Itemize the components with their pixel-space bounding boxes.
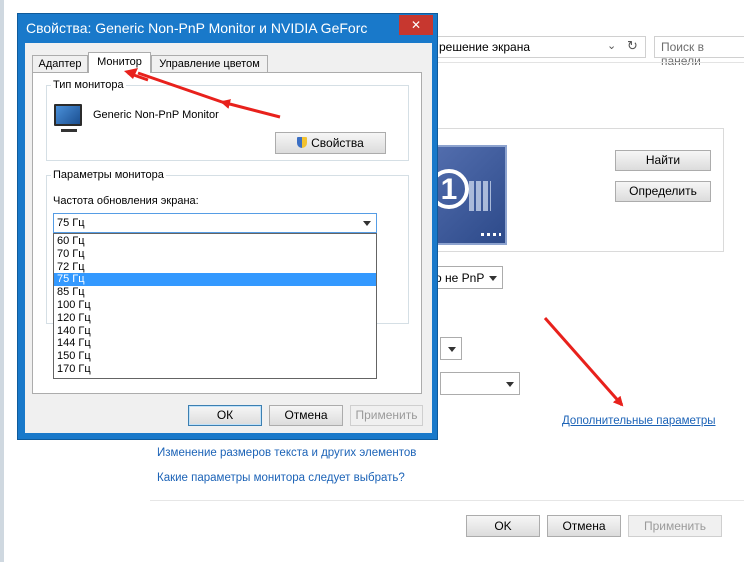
text-size-link[interactable]: Изменение размеров текста и других элеме… xyxy=(157,447,416,459)
refresh-rate-value: 75 Гц xyxy=(57,217,85,229)
tab-monitor[interactable]: Монитор xyxy=(88,52,151,73)
dialog-cancel-button[interactable]: Отмена xyxy=(269,405,343,426)
dialog-title: Свойства: Generic Non-PnP Monitor и NVID… xyxy=(26,20,368,36)
monitor-tile-grid-icon xyxy=(469,181,491,211)
dialog-apply-button: Применить xyxy=(350,405,423,426)
refresh-rate-option[interactable]: 150 Гц xyxy=(54,350,376,363)
advanced-settings-link[interactable]: Дополнительные параметры xyxy=(562,415,716,427)
refresh-rate-option[interactable]: 120 Гц xyxy=(54,312,376,325)
refresh-rate-option[interactable]: 170 Гц xyxy=(54,363,376,376)
monitor-select[interactable]: о не PnP xyxy=(430,266,503,289)
main-apply-button: Применить xyxy=(628,515,722,537)
search-placeholder: Поиск в панели xyxy=(661,40,704,68)
monitor-select-value: о не PnP xyxy=(435,271,485,285)
tab-color-management[interactable]: Управление цветом xyxy=(151,55,268,73)
orientation-select[interactable] xyxy=(440,372,520,395)
chevron-down-icon xyxy=(448,346,456,352)
monitor-type-label: Тип монитора xyxy=(51,79,126,91)
address-text: решение экрана xyxy=(439,40,531,54)
properties-button[interactable]: Свойства xyxy=(275,132,386,154)
left-window-edge xyxy=(0,0,4,562)
header-divider xyxy=(434,62,744,63)
chevron-down-icon xyxy=(363,221,371,226)
dialog-ok-button[interactable]: ОК xyxy=(188,405,262,426)
refresh-rate-option[interactable]: 144 Гц xyxy=(54,337,376,350)
chevron-down-icon xyxy=(489,275,497,281)
address-dropdown-icon[interactable]: ⌄ xyxy=(607,39,616,52)
properties-button-label: Свойства xyxy=(311,136,364,150)
refresh-rate-option[interactable]: 60 Гц xyxy=(54,235,376,248)
footer-divider xyxy=(150,500,744,501)
refresh-rate-label: Частота обновления экрана: xyxy=(53,195,199,207)
refresh-icon[interactable]: ↻ xyxy=(627,38,638,54)
monitor-name: Generic Non-PnP Monitor xyxy=(93,109,219,121)
close-button[interactable]: ✕ xyxy=(399,15,433,35)
resolution-select[interactable] xyxy=(440,337,462,360)
which-settings-link[interactable]: Какие параметры монитора следует выбрать… xyxy=(157,472,405,484)
refresh-rate-option-selected[interactable]: 75 Гц xyxy=(54,273,376,287)
tab-page: Тип монитора Generic Non-PnP Monitor Сво… xyxy=(32,72,422,394)
properties-dialog: Свойства: Generic Non-PnP Monitor и NVID… xyxy=(17,13,438,440)
tab-adapter[interactable]: Адаптер xyxy=(32,55,88,73)
refresh-rate-listbox[interactable]: 60 Гц 70 Гц 72 Гц 75 Гц 85 Гц 100 Гц 120… xyxy=(53,233,377,379)
shield-icon xyxy=(297,137,308,148)
search-box[interactable]: Поиск в панели xyxy=(654,36,744,68)
chevron-down-icon xyxy=(506,381,514,387)
monitor-settings-label: Параметры монитора xyxy=(51,169,166,181)
refresh-rate-option[interactable]: 100 Гц xyxy=(54,299,376,312)
refresh-rate-option[interactable]: 140 Гц xyxy=(54,325,376,338)
refresh-rate-select[interactable]: 75 Гц xyxy=(53,213,377,233)
identify-button[interactable]: Определить xyxy=(615,181,711,202)
refresh-rate-option[interactable]: 72 Гц xyxy=(54,261,376,274)
monitor-icon xyxy=(54,104,82,126)
monitor-icon-stand xyxy=(61,129,77,132)
monitor-tile-dots xyxy=(481,233,501,236)
refresh-rate-option[interactable]: 70 Гц xyxy=(54,248,376,261)
find-button[interactable]: Найти xyxy=(615,150,711,171)
main-cancel-button[interactable]: Отмена xyxy=(547,515,621,537)
dialog-client-area: Адаптер Монитор Управление цветом Тип мо… xyxy=(25,43,432,433)
refresh-rate-option[interactable]: 85 Гц xyxy=(54,286,376,299)
main-ok-button[interactable]: OK xyxy=(466,515,540,537)
address-bar[interactable]: решение экрана ⌄ ↻ xyxy=(434,36,646,58)
close-icon: ✕ xyxy=(410,18,422,32)
